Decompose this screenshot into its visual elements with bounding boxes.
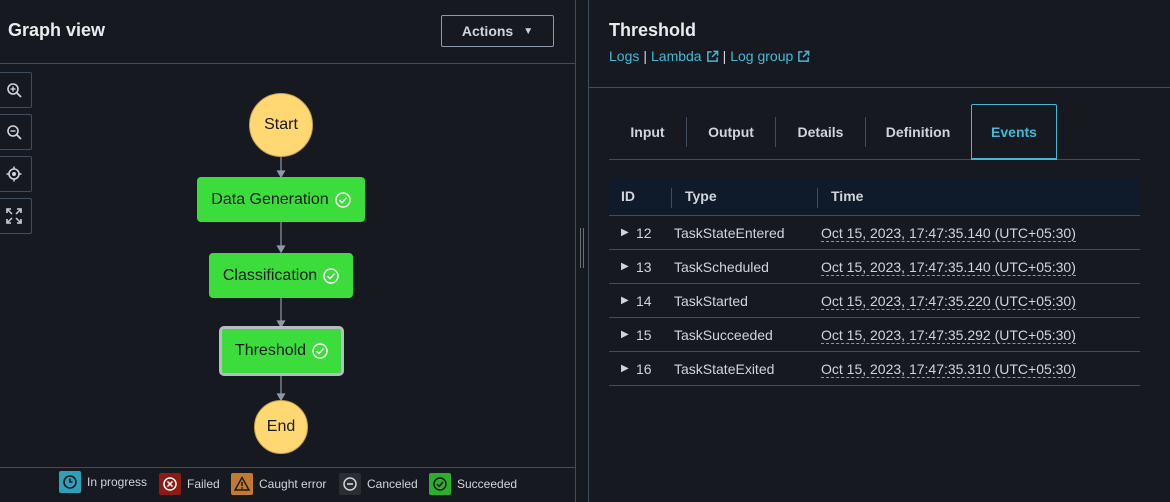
expand-triangle-icon[interactable]: ▶ [621,363,629,374]
log-group-link-label: Log group [730,48,794,64]
event-id: 15 [636,327,652,343]
link-separator: | [722,48,727,64]
legend-in-progress: In progress [59,471,147,493]
state-title: Threshold [609,20,697,40]
legend-label: Caught error [259,477,327,491]
external-link-icon [798,50,810,62]
lambda-link[interactable]: Lambda [651,48,719,64]
legend-label: Succeeded [457,477,518,491]
check-circle-icon [323,267,339,284]
check-icon [429,473,451,495]
column-header-time[interactable]: Time [831,188,863,204]
expand-triangle-icon[interactable]: ▶ [621,227,629,238]
event-type: TaskScheduled [674,259,769,275]
state-classification[interactable]: Classification [209,253,353,298]
event-time[interactable]: Oct 15, 2023, 17:47:35.292 (UTC+05:30) [821,327,1076,344]
expand-triangle-icon[interactable]: ▶ [621,329,629,340]
status-legend: In progress Failed Caught error Canceled… [0,467,575,502]
drag-handle-icon[interactable] [580,228,584,268]
end-label: End [266,418,296,435]
legend-canceled: Canceled [339,473,418,495]
graph-edges [276,157,286,402]
event-type: TaskStarted [674,293,748,309]
column-header-type[interactable]: Type [685,188,717,204]
legend-caught-error: Caught error [231,473,326,495]
link-separator: | [643,48,647,64]
event-id: 13 [636,259,652,275]
state-label: Data Generation [211,190,329,208]
table-row[interactable]: ▶ 12 TaskStateEntered Oct 15, 2023, 17:4… [609,216,1140,250]
legend-label: In progress [87,475,148,489]
legend-label: Failed [187,477,220,491]
state-threshold[interactable]: Threshold [219,326,344,376]
table-row[interactable]: ▶ 16 TaskStateExited Oct 15, 2023, 17:47… [609,352,1140,386]
event-id: 14 [636,293,652,309]
expand-triangle-icon[interactable]: ▶ [621,261,629,272]
event-time[interactable]: Oct 15, 2023, 17:47:35.140 (UTC+05:30) [821,225,1076,242]
details-tabs: Input Output Details Definition Events [609,104,1140,160]
tab-definition[interactable]: Definition [866,104,970,160]
event-type: TaskSucceeded [674,327,773,343]
event-type: TaskStateExited [674,361,775,377]
table-row[interactable]: ▶ 14 TaskStarted Oct 15, 2023, 17:47:35.… [609,284,1140,318]
state-data-generation[interactable]: Data Generation [197,177,365,222]
event-time[interactable]: Oct 15, 2023, 17:47:35.220 (UTC+05:30) [821,293,1076,310]
lambda-link-label: Lambda [651,48,702,64]
divider [589,87,1170,88]
state-links: Logs | Lambda | Log group [609,48,810,64]
panel-resizer[interactable] [575,0,589,502]
end-node[interactable]: End [254,400,308,454]
tab-input[interactable]: Input [609,104,686,160]
state-label: Threshold [234,342,307,359]
logs-link[interactable]: Logs [609,48,639,64]
table-row[interactable]: ▶ 15 TaskSucceeded Oct 15, 2023, 17:47:3… [609,318,1140,352]
start-label: Start [264,116,298,133]
event-time[interactable]: Oct 15, 2023, 17:47:35.140 (UTC+05:30) [821,259,1076,276]
tab-details[interactable]: Details [776,104,865,160]
state-label: Classification [222,266,318,284]
tab-events[interactable]: Events [971,104,1057,160]
column-header-id[interactable]: ID [621,188,635,204]
check-circle-icon [312,343,328,359]
legend-failed: Failed [159,473,220,495]
x-icon [159,473,181,495]
clock-icon [59,471,81,493]
expand-triangle-icon[interactable]: ▶ [621,295,629,306]
check-circle-icon [335,191,351,208]
table-row[interactable]: ▶ 13 TaskScheduled Oct 15, 2023, 17:47:3… [609,250,1140,284]
events-table: ID Type Time ▶ 12 TaskStateEntered Oct 1… [609,178,1140,386]
event-id: 16 [636,361,652,377]
column-divider [817,188,818,208]
log-group-link[interactable]: Log group [730,48,810,64]
graph-view-panel: Graph view Actions ▼ Start Data Generati… [0,0,575,502]
warning-icon [231,473,253,495]
minus-icon [339,473,361,495]
start-node[interactable]: Start [249,93,313,157]
logs-link-label: Logs [609,48,640,64]
state-details-panel: Threshold Logs | Lambda | Log group Inpu… [589,0,1170,502]
external-link-icon [706,50,718,62]
event-type: TaskStateEntered [674,225,785,241]
legend-label: Canceled [367,477,418,491]
column-divider [671,188,672,208]
legend-succeeded: Succeeded [429,473,517,495]
table-header: ID Type Time [609,178,1140,216]
event-time[interactable]: Oct 15, 2023, 17:47:35.310 (UTC+05:30) [821,361,1076,378]
tab-output[interactable]: Output [687,104,775,160]
event-id: 12 [636,225,652,241]
